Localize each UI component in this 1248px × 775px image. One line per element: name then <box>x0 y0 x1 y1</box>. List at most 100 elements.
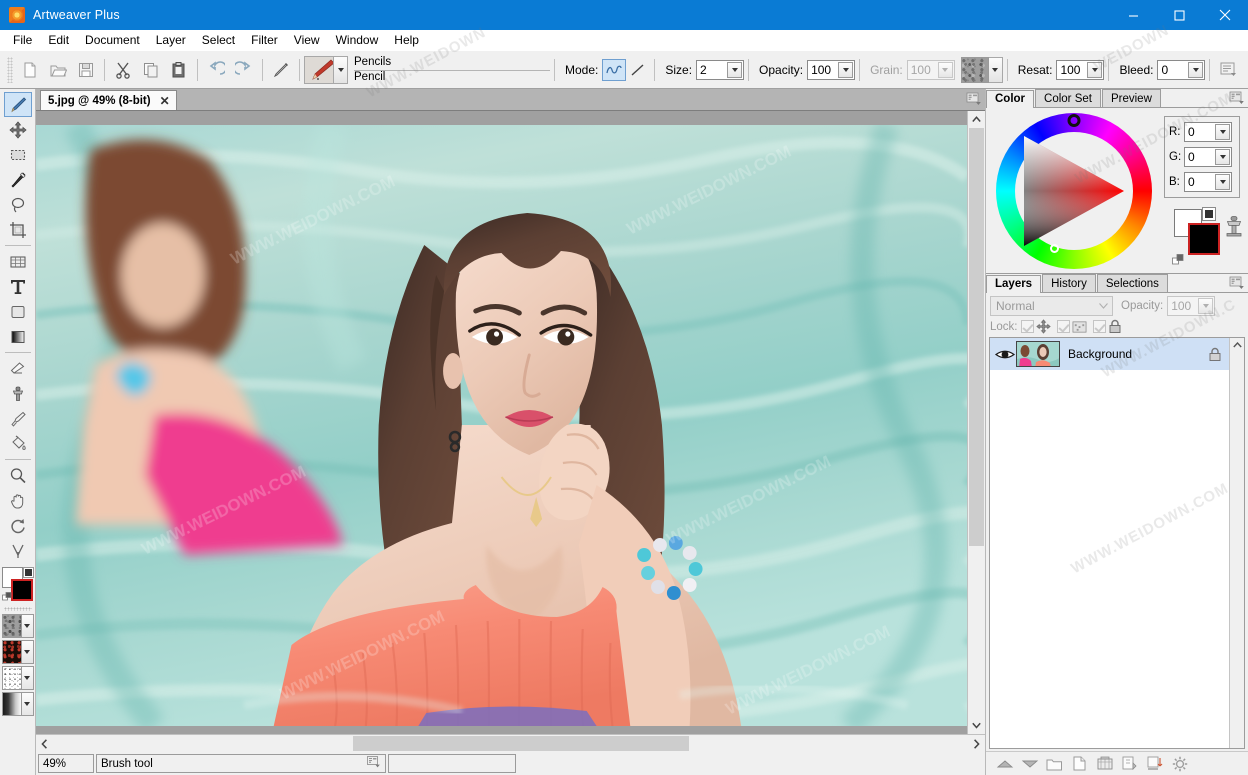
blend-mode-chevron-down-icon[interactable] <box>1094 303 1112 309</box>
lock-pixels-checkbox[interactable] <box>1056 320 1070 333</box>
panel-clone-stamp-icon[interactable] <box>1224 215 1244 237</box>
mode-straight-line-button[interactable] <box>626 59 650 81</box>
menu-filter[interactable]: Filter <box>243 31 286 50</box>
color-wheel[interactable] <box>996 112 1152 269</box>
menu-edit[interactable]: Edit <box>40 31 77 50</box>
pattern-picker[interactable] <box>1 640 34 664</box>
hue-marker[interactable] <box>1067 113 1081 127</box>
grain-texture-dropdown-arrow[interactable] <box>988 56 1003 83</box>
layer-opacity-spinner[interactable] <box>1167 296 1216 316</box>
layer-visibility-eye-icon[interactable] <box>994 348 1016 361</box>
bleed-input[interactable] <box>1158 60 1189 79</box>
pattern-dropdown-arrow[interactable] <box>21 640 34 664</box>
opacity-dropdown-arrow[interactable] <box>838 61 854 78</box>
texture-dropdown-arrow[interactable] <box>21 614 34 638</box>
canvas-vertical-scrollbar[interactable] <box>967 111 985 734</box>
scroll-left-button[interactable] <box>36 735 53 752</box>
r-channel-spinner[interactable] <box>1184 122 1232 142</box>
nozzle-picker[interactable] <box>1 666 34 690</box>
brush-dropdown-arrow[interactable] <box>334 55 348 84</box>
brush-preview-thumbnail[interactable] <box>304 55 334 84</box>
grain-texture-picker[interactable] <box>1 614 34 638</box>
grain-texture-thumbnail[interactable] <box>960 56 989 83</box>
canvas-viewport[interactable]: WWW.WEIDOWN.COM WWW.WEIDOWN.COM WWW.WEID… <box>36 111 967 734</box>
layer-list[interactable]: Background <box>989 337 1245 749</box>
document-tab[interactable]: 5.jpg @ 49% (8-bit) ✕ <box>40 90 177 110</box>
save-document-button[interactable] <box>73 57 99 83</box>
duplicate-layer-button[interactable] <box>1117 754 1142 774</box>
layer-list-scrollbar[interactable] <box>1229 338 1244 748</box>
menu-file[interactable]: File <box>5 31 40 50</box>
grain-input[interactable] <box>907 60 938 79</box>
gradient-picker[interactable] <box>1 692 34 716</box>
tool-brush[interactable] <box>3 92 32 117</box>
document-menu-icon[interactable] <box>965 91 982 107</box>
merge-down-button[interactable] <box>1142 754 1167 774</box>
tab-color-set[interactable]: Color Set <box>1035 89 1101 107</box>
secondary-color-mini-swatch[interactable] <box>22 567 34 578</box>
cut-button[interactable] <box>110 57 136 83</box>
g-channel-spinner[interactable] <box>1184 147 1232 167</box>
nozzle-swatch[interactable] <box>1 666 22 690</box>
layer-scroll-up-button[interactable] <box>1230 338 1244 352</box>
tab-color[interactable]: Color <box>986 90 1035 108</box>
tool-zoom[interactable] <box>4 463 32 488</box>
b-channel-spinner[interactable] <box>1184 172 1232 192</box>
gradient-swatch[interactable] <box>1 692 22 716</box>
minimize-button[interactable] <box>1110 0 1156 30</box>
background-color-swatch[interactable] <box>10 579 33 601</box>
tab-preview[interactable]: Preview <box>1101 89 1161 107</box>
reset-colors-icon[interactable] <box>1 592 13 603</box>
tool-eraser[interactable] <box>4 356 32 381</box>
g-channel-arrow[interactable] <box>1215 149 1230 165</box>
tool-shape[interactable] <box>4 299 32 324</box>
texture-swatch[interactable] <box>1 614 22 638</box>
opacity-spinner[interactable] <box>807 59 856 80</box>
layer-opacity-arrow[interactable] <box>1198 298 1214 314</box>
size-input[interactable] <box>697 60 728 79</box>
nozzle-dropdown-arrow[interactable] <box>21 666 34 690</box>
resat-dropdown-arrow[interactable] <box>1087 61 1103 78</box>
r-channel-arrow[interactable] <box>1215 124 1230 140</box>
copy-button[interactable] <box>138 57 164 83</box>
horizontal-scroll-track[interactable] <box>53 735 968 752</box>
resat-spinner[interactable] <box>1056 59 1105 80</box>
maximize-button[interactable] <box>1156 0 1202 30</box>
saturation-value-marker[interactable] <box>1050 243 1059 253</box>
resat-input[interactable] <box>1057 60 1088 79</box>
vertical-scroll-track[interactable] <box>968 128 985 717</box>
opacity-input[interactable] <box>808 60 839 79</box>
scroll-right-button[interactable] <box>968 735 985 752</box>
bleed-spinner[interactable] <box>1157 59 1206 80</box>
undo-button[interactable] <box>203 57 229 83</box>
vertical-scroll-thumb[interactable] <box>969 128 984 546</box>
canvas-horizontal-scrollbar[interactable] <box>36 734 985 752</box>
g-channel-input[interactable] <box>1185 148 1215 166</box>
panel-background-swatch[interactable] <box>1188 223 1220 255</box>
bleed-dropdown-arrow[interactable] <box>1188 61 1204 78</box>
horizontal-scroll-thumb[interactable] <box>353 736 689 751</box>
tool-gradient[interactable] <box>4 324 32 349</box>
saturation-value-triangle[interactable] <box>1022 134 1126 248</box>
close-button[interactable] <box>1202 0 1248 30</box>
panel-color-swatches[interactable] <box>1166 207 1246 269</box>
layers-panel-menu-icon[interactable] <box>1228 275 1245 291</box>
tool-rectangular-marquee[interactable] <box>4 142 32 167</box>
new-document-button[interactable] <box>17 57 43 83</box>
tool-rotate-canvas[interactable] <box>4 513 32 538</box>
menu-layer[interactable]: Layer <box>148 31 194 50</box>
tool-smudge[interactable] <box>4 538 32 563</box>
canvas-image[interactable]: WWW.WEIDOWN.COM WWW.WEIDOWN.COM WWW.WEID… <box>36 125 967 726</box>
layer-opacity-input[interactable] <box>1168 297 1199 315</box>
menu-window[interactable]: Window <box>328 31 387 50</box>
tool-perspective[interactable] <box>4 249 32 274</box>
color-swatches[interactable] <box>1 567 34 603</box>
tool-text[interactable] <box>4 274 32 299</box>
r-channel-input[interactable] <box>1185 123 1215 141</box>
tool-lasso[interactable] <box>4 192 32 217</box>
status-extra[interactable] <box>388 754 516 773</box>
pencil-tool-button[interactable] <box>268 57 294 83</box>
scroll-up-button[interactable] <box>968 111 985 128</box>
panel-secondary-mini-swatch[interactable] <box>1202 207 1216 221</box>
toolbar-grip[interactable] <box>7 56 13 83</box>
